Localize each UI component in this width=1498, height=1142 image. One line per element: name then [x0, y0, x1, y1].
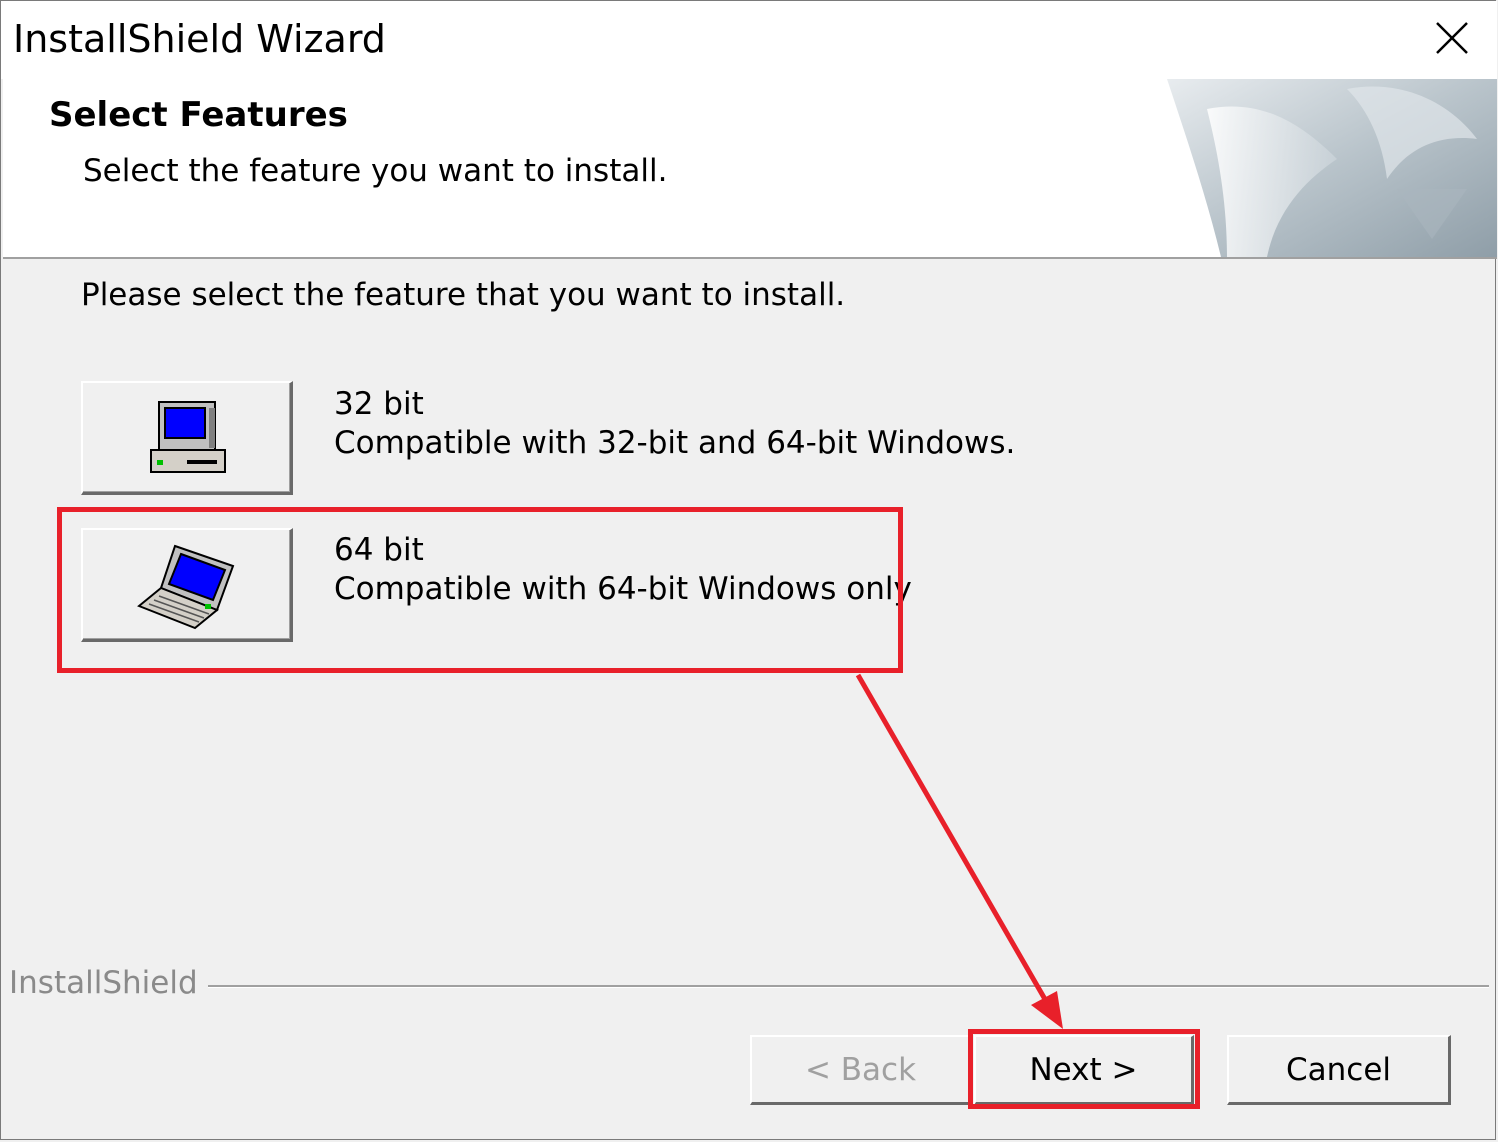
annotation-arrow: [855, 673, 1063, 1029]
installer-window: InstallShield Wizard Select Features Sel…: [0, 0, 1497, 1140]
